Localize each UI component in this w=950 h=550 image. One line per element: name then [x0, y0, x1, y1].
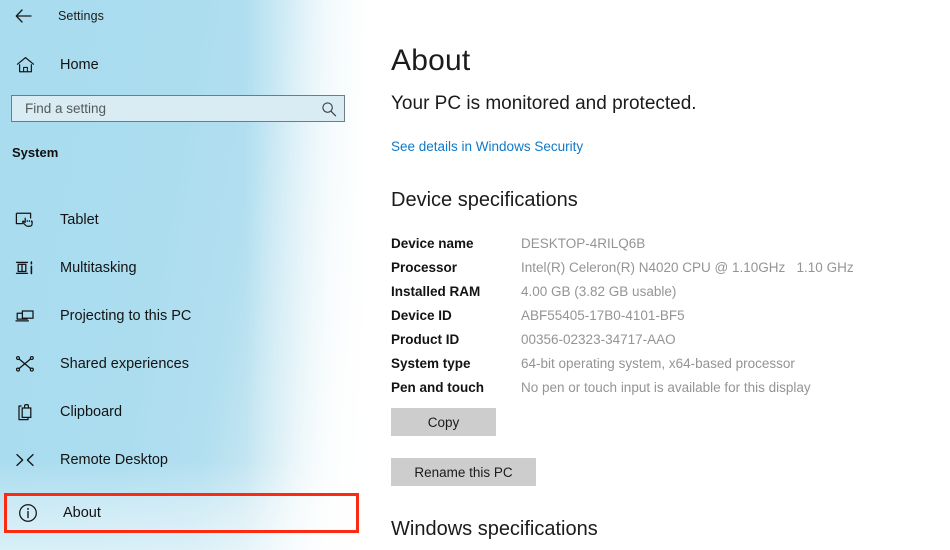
clipboard-icon	[12, 403, 38, 422]
spec-label: Product ID	[391, 328, 521, 352]
spec-label: Pen and touch	[391, 376, 521, 400]
spec-label: Processor	[391, 256, 521, 280]
search-box[interactable]	[11, 95, 345, 122]
sidebar-item-home[interactable]: Home	[0, 50, 360, 80]
sidebar-item-label: Projecting to this PC	[60, 308, 191, 324]
spec-value: ABF55405-17B0-4101-BF5	[521, 304, 911, 328]
spec-value: Intel(R) Celeron(R) N4020 CPU @ 1.10GHz …	[521, 256, 911, 280]
spec-value: DESKTOP-4RILQ6B	[521, 232, 911, 256]
sidebar-item-projecting-to-this-pc[interactable]: Projecting to this PC	[0, 301, 360, 331]
protection-status-text: Your PC is monitored and protected.	[391, 93, 697, 115]
sidebar-item-label: Clipboard	[60, 404, 122, 420]
spec-label: System type	[391, 352, 521, 376]
page-title: About	[391, 44, 470, 78]
table-row: Installed RAM 4.00 GB (3.82 GB usable)	[391, 280, 911, 304]
shared-experiences-icon	[12, 355, 38, 373]
copy-button[interactable]: Copy	[391, 408, 496, 436]
tablet-icon	[12, 211, 38, 229]
sidebar-item-label: Shared experiences	[60, 356, 189, 372]
spec-label: Device name	[391, 232, 521, 256]
app-title: Settings	[58, 9, 104, 23]
sidebar-item-remote-desktop[interactable]: Remote Desktop	[0, 445, 360, 475]
device-specifications-heading: Device specifications	[391, 189, 578, 212]
multitasking-icon	[12, 259, 38, 277]
back-arrow-icon[interactable]	[10, 3, 36, 29]
table-row: Device ID ABF55405-17B0-4101-BF5	[391, 304, 911, 328]
sidebar-item-label: Remote Desktop	[60, 452, 168, 468]
sidebar-nav-list: Tablet Multitasking	[0, 205, 360, 533]
info-circle-icon	[15, 503, 41, 523]
spec-label: Installed RAM	[391, 280, 521, 304]
sidebar-item-tablet[interactable]: Tablet	[0, 205, 360, 235]
table-row: Product ID 00356-02323-34717-AAO	[391, 328, 911, 352]
sidebar-item-label: Multitasking	[60, 260, 137, 276]
search-icon[interactable]	[314, 101, 344, 117]
sidebar-home-label: Home	[60, 57, 99, 73]
table-row: System type 64-bit operating system, x64…	[391, 352, 911, 376]
main-content: About Your PC is monitored and protected…	[365, 0, 950, 550]
spec-value: 00356-02323-34717-AAO	[521, 328, 911, 352]
sidebar-item-clipboard[interactable]: Clipboard	[0, 397, 360, 427]
table-row: Processor Intel(R) Celeron(R) N4020 CPU …	[391, 256, 911, 280]
projecting-icon	[12, 307, 38, 325]
table-row: Pen and touch No pen or touch input is a…	[391, 376, 911, 400]
sidebar-section-label: System	[12, 145, 58, 160]
windows-specifications-heading: Windows specifications	[391, 518, 598, 541]
remote-desktop-icon	[12, 452, 38, 468]
device-specifications-table: Device name DESKTOP-4RILQ6B Processor In…	[391, 232, 911, 400]
spec-value: No pen or touch input is available for t…	[521, 376, 911, 400]
title-bar: Settings	[0, 0, 365, 32]
sidebar-item-shared-experiences[interactable]: Shared experiences	[0, 349, 360, 379]
sidebar-item-multitasking[interactable]: Multitasking	[0, 253, 360, 283]
table-row: Device name DESKTOP-4RILQ6B	[391, 232, 911, 256]
sidebar-item-label: Tablet	[60, 212, 99, 228]
spec-value: 64-bit operating system, x64-based proce…	[521, 352, 911, 376]
windows-security-link[interactable]: See details in Windows Security	[391, 139, 583, 154]
spec-label: Device ID	[391, 304, 521, 328]
rename-this-pc-button[interactable]: Rename this PC	[391, 458, 536, 486]
spec-value: 4.00 GB (3.82 GB usable)	[521, 280, 911, 304]
settings-window: Settings Home System	[0, 0, 950, 550]
home-icon	[12, 56, 38, 74]
sidebar: Settings Home System	[0, 0, 365, 550]
sidebar-item-about[interactable]: About	[4, 493, 359, 533]
search-input[interactable]	[12, 96, 314, 121]
sidebar-item-label: About	[63, 505, 101, 521]
